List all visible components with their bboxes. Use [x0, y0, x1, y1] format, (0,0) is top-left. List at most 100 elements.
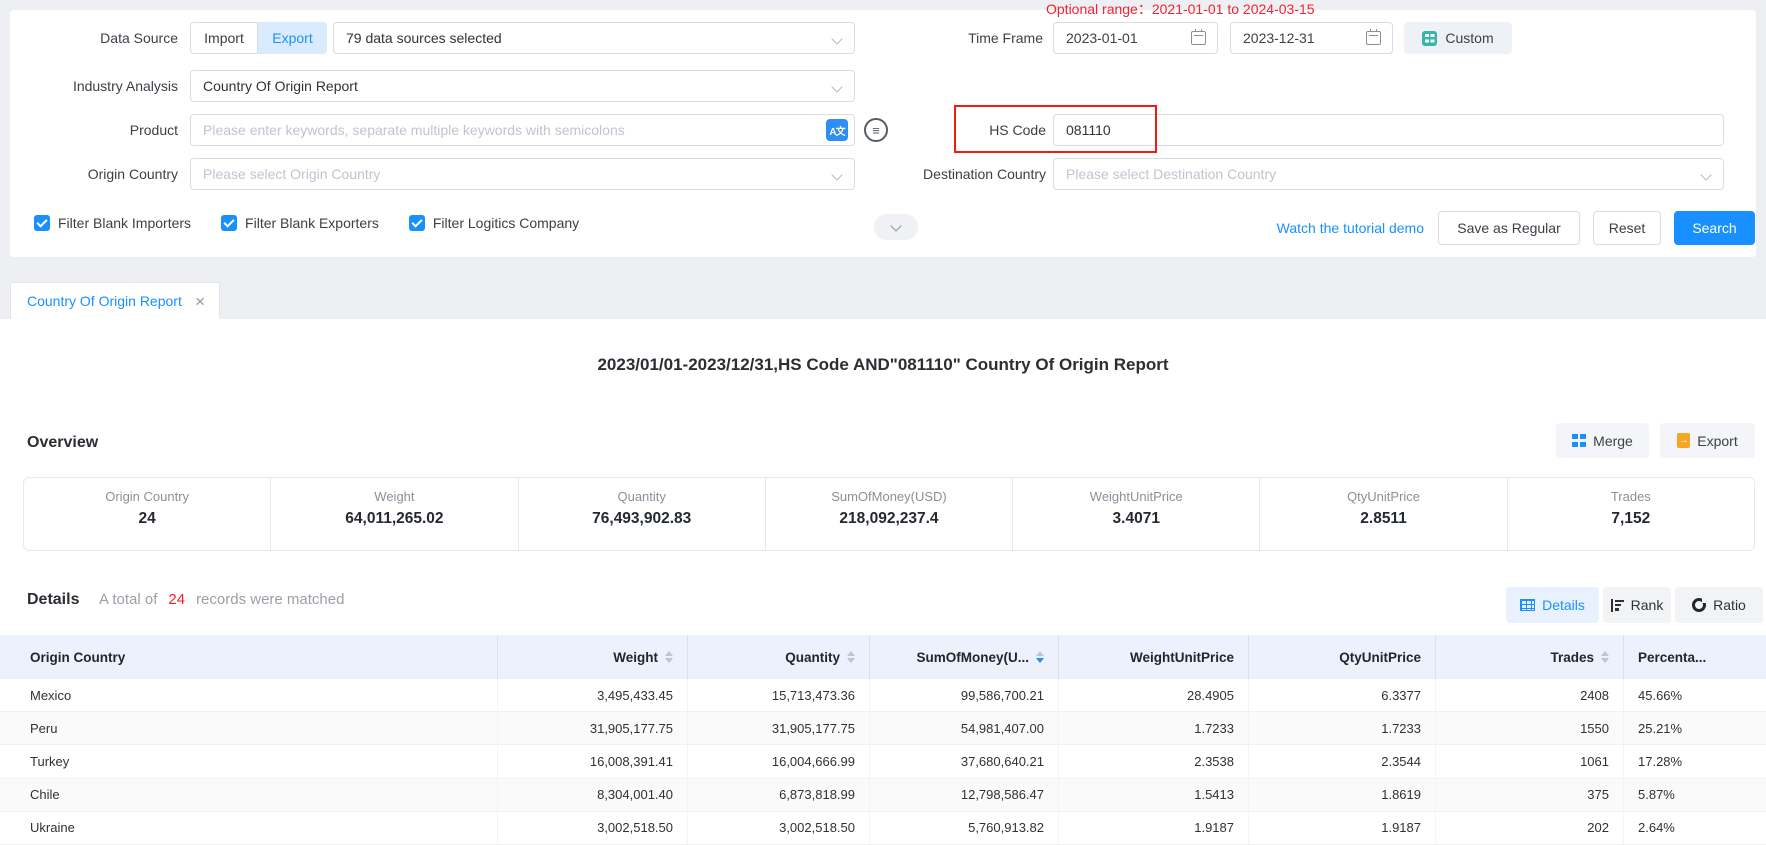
sort-carets-icon[interactable]	[665, 651, 673, 664]
column-header: QtyUnitPrice	[1249, 635, 1436, 679]
sort-carets-icon[interactable]	[847, 651, 855, 664]
import-toggle-button[interactable]: Import	[190, 22, 258, 54]
column-header-label: Quantity	[785, 650, 840, 665]
sort-ascending-icon[interactable]	[665, 651, 673, 656]
industry-analysis-value: Country Of Origin Report	[203, 78, 358, 94]
overview-stat: Quantity76,493,902.83	[519, 478, 766, 550]
report-content: 2023/01/01-2023/12/31,HS Code AND"081110…	[0, 319, 1766, 845]
collapse-panel-button[interactable]	[874, 214, 918, 240]
view-details-button[interactable]: Details	[1506, 587, 1599, 623]
table-row[interactable]: Turkey16,008,391.4116,004,666.9937,680,6…	[0, 745, 1766, 778]
table-cell: 1.7233	[1249, 712, 1436, 744]
table-cell: 6,873,818.99	[688, 779, 870, 811]
tab-label: Country Of Origin Report	[27, 293, 182, 309]
filter-checkbox-group: Filter Blank Importers Filter Blank Expor…	[34, 215, 579, 231]
table-cell: 16,004,666.99	[688, 745, 870, 777]
merge-button[interactable]: Merge	[1556, 423, 1649, 458]
end-date-input[interactable]: 2023-12-31	[1230, 22, 1393, 54]
reset-button[interactable]: Reset	[1593, 211, 1661, 245]
table-cell: 15,713,473.36	[688, 679, 870, 711]
data-sources-select[interactable]: 79 data sources selected	[333, 22, 855, 54]
save-as-regular-button[interactable]: Save as Regular	[1438, 211, 1580, 245]
stat-label: Origin Country	[24, 489, 270, 504]
table-row[interactable]: Mexico3,495,433.4515,713,473.3699,586,70…	[0, 679, 1766, 712]
tab-bar: Country Of Origin Report ×	[0, 257, 1766, 319]
filter-checkbox[interactable]: Filter Logitics Company	[409, 215, 579, 231]
filter-checkbox[interactable]: Filter Blank Importers	[34, 215, 191, 231]
sort-descending-icon[interactable]	[1601, 658, 1609, 663]
tutorial-demo-link[interactable]: Watch the tutorial demo	[1254, 210, 1424, 246]
custom-grid-icon	[1422, 31, 1437, 46]
industry-analysis-select[interactable]: Country Of Origin Report	[190, 70, 855, 102]
sort-carets-icon[interactable]	[1036, 651, 1044, 664]
table-cell: Mexico	[0, 679, 498, 711]
overview-stat: WeightUnitPrice3.4071	[1013, 478, 1260, 550]
chevron-down-icon	[831, 33, 842, 44]
table-cell: 1.7233	[1059, 712, 1249, 744]
close-icon[interactable]: ×	[195, 293, 205, 310]
details-table: Origin CountryWeightQuantitySumOfMoney(U…	[0, 635, 1766, 845]
checkbox-checked-icon[interactable]	[409, 215, 425, 231]
table-cell: 31,905,177.75	[498, 712, 688, 744]
checkbox-label: Filter Blank Exporters	[245, 215, 379, 231]
table-row[interactable]: Chile8,304,001.406,873,818.9912,798,586.…	[0, 779, 1766, 812]
export-toggle-button[interactable]: Export	[258, 22, 327, 54]
view-rank-button[interactable]: Rank	[1603, 587, 1671, 623]
table-cell: Peru	[0, 712, 498, 744]
overview-stat: Origin Country24	[24, 478, 271, 550]
table-cell: 1550	[1436, 712, 1624, 744]
checkbox-checked-icon[interactable]	[221, 215, 237, 231]
custom-range-button[interactable]: Custom	[1404, 22, 1512, 54]
chevron-down-icon	[831, 81, 842, 92]
export-label: Export	[1697, 433, 1737, 449]
view-ratio-button[interactable]: Ratio	[1675, 587, 1763, 623]
sort-descending-icon[interactable]	[665, 658, 673, 663]
product-keywords-input[interactable]	[190, 114, 855, 146]
table-cell: 54,981,407.00	[870, 712, 1059, 744]
search-button[interactable]: Search	[1674, 211, 1755, 245]
view-ratio-label: Ratio	[1713, 597, 1746, 613]
origin-country-label: Origin Country	[10, 158, 178, 190]
custom-label: Custom	[1445, 30, 1493, 46]
column-header-label: Weight	[613, 650, 658, 665]
checkbox-checked-icon[interactable]	[34, 215, 50, 231]
stat-label: Weight	[271, 489, 517, 504]
table-row[interactable]: Ukraine3,002,518.503,002,518.505,760,913…	[0, 812, 1766, 845]
column-header: Percenta...	[1624, 635, 1742, 679]
sort-descending-icon[interactable]	[1036, 658, 1044, 663]
filter-checkbox[interactable]: Filter Blank Exporters	[221, 215, 379, 231]
keyword-helper-icon[interactable]	[864, 118, 888, 142]
sort-ascending-icon[interactable]	[1601, 651, 1609, 656]
stat-label: QtyUnitPrice	[1260, 489, 1506, 504]
stat-value: 3.4071	[1013, 510, 1259, 528]
start-date-input[interactable]: 2023-01-01	[1053, 22, 1218, 54]
sort-ascending-icon[interactable]	[847, 651, 855, 656]
table-cell: 1.5413	[1059, 779, 1249, 811]
sort-carets-icon[interactable]	[1601, 651, 1609, 664]
hs-code-input[interactable]	[1053, 114, 1724, 146]
table-row[interactable]: Peru31,905,177.7531,905,177.7554,981,407…	[0, 712, 1766, 745]
translate-icon[interactable]	[826, 119, 848, 141]
destination-country-select[interactable]: Please select Destination Country	[1053, 158, 1724, 190]
stat-label: Quantity	[519, 489, 765, 504]
column-header: Trades	[1436, 635, 1624, 679]
checkbox-label: Filter Blank Importers	[58, 215, 191, 231]
export-button[interactable]: Export	[1660, 423, 1755, 458]
donut-chart-icon	[1692, 598, 1706, 612]
column-header: WeightUnitPrice	[1059, 635, 1249, 679]
sort-ascending-icon[interactable]	[1036, 651, 1044, 656]
industry-analysis-label: Industry Analysis	[10, 70, 178, 102]
column-header: Quantity	[688, 635, 870, 679]
tab-country-of-origin-report[interactable]: Country Of Origin Report ×	[10, 282, 220, 319]
chevron-down-icon	[1700, 169, 1711, 180]
table-header-row: Origin CountryWeightQuantitySumOfMoney(U…	[0, 635, 1766, 679]
export-file-icon	[1677, 433, 1690, 448]
report-title: 2023/01/01-2023/12/31,HS Code AND"081110…	[0, 355, 1766, 375]
overview-heading: Overview	[27, 434, 98, 452]
table-cell: 1.9187	[1249, 812, 1436, 844]
stat-label: SumOfMoney(USD)	[766, 489, 1012, 504]
origin-country-select[interactable]: Please select Origin Country	[190, 158, 855, 190]
sort-descending-icon[interactable]	[847, 658, 855, 663]
table-cell: 31,905,177.75	[688, 712, 870, 744]
overview-stat: Weight64,011,265.02	[271, 478, 518, 550]
